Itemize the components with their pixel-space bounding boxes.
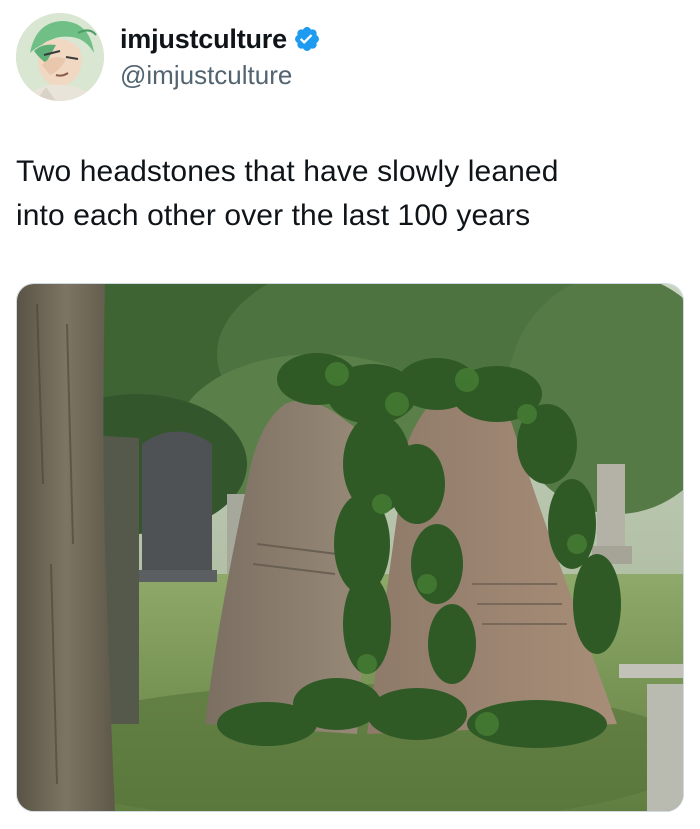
verified-badge-icon [293, 25, 321, 53]
tweet-text: Two headstones that have slowly leaned i… [16, 150, 684, 238]
name-row: imjustculture [120, 22, 321, 56]
tweet-header: imjustculture @imjustculture [16, 12, 321, 102]
handle[interactable]: @imjustculture [120, 58, 321, 92]
cemetery-photo [17, 284, 683, 811]
author-names: imjustculture @imjustculture [120, 22, 321, 92]
tweet-text-line: into each other over the last 100 years [16, 199, 531, 232]
avatar[interactable] [16, 13, 104, 101]
tweet-text-line: Two headstones that have slowly leaned [16, 155, 559, 188]
anime-character-avatar-icon [16, 13, 104, 101]
tweet-media-photo[interactable] [16, 283, 684, 812]
tweet-card: imjustculture @imjustculture Two headsto… [0, 0, 700, 829]
display-name[interactable]: imjustculture [120, 22, 287, 56]
